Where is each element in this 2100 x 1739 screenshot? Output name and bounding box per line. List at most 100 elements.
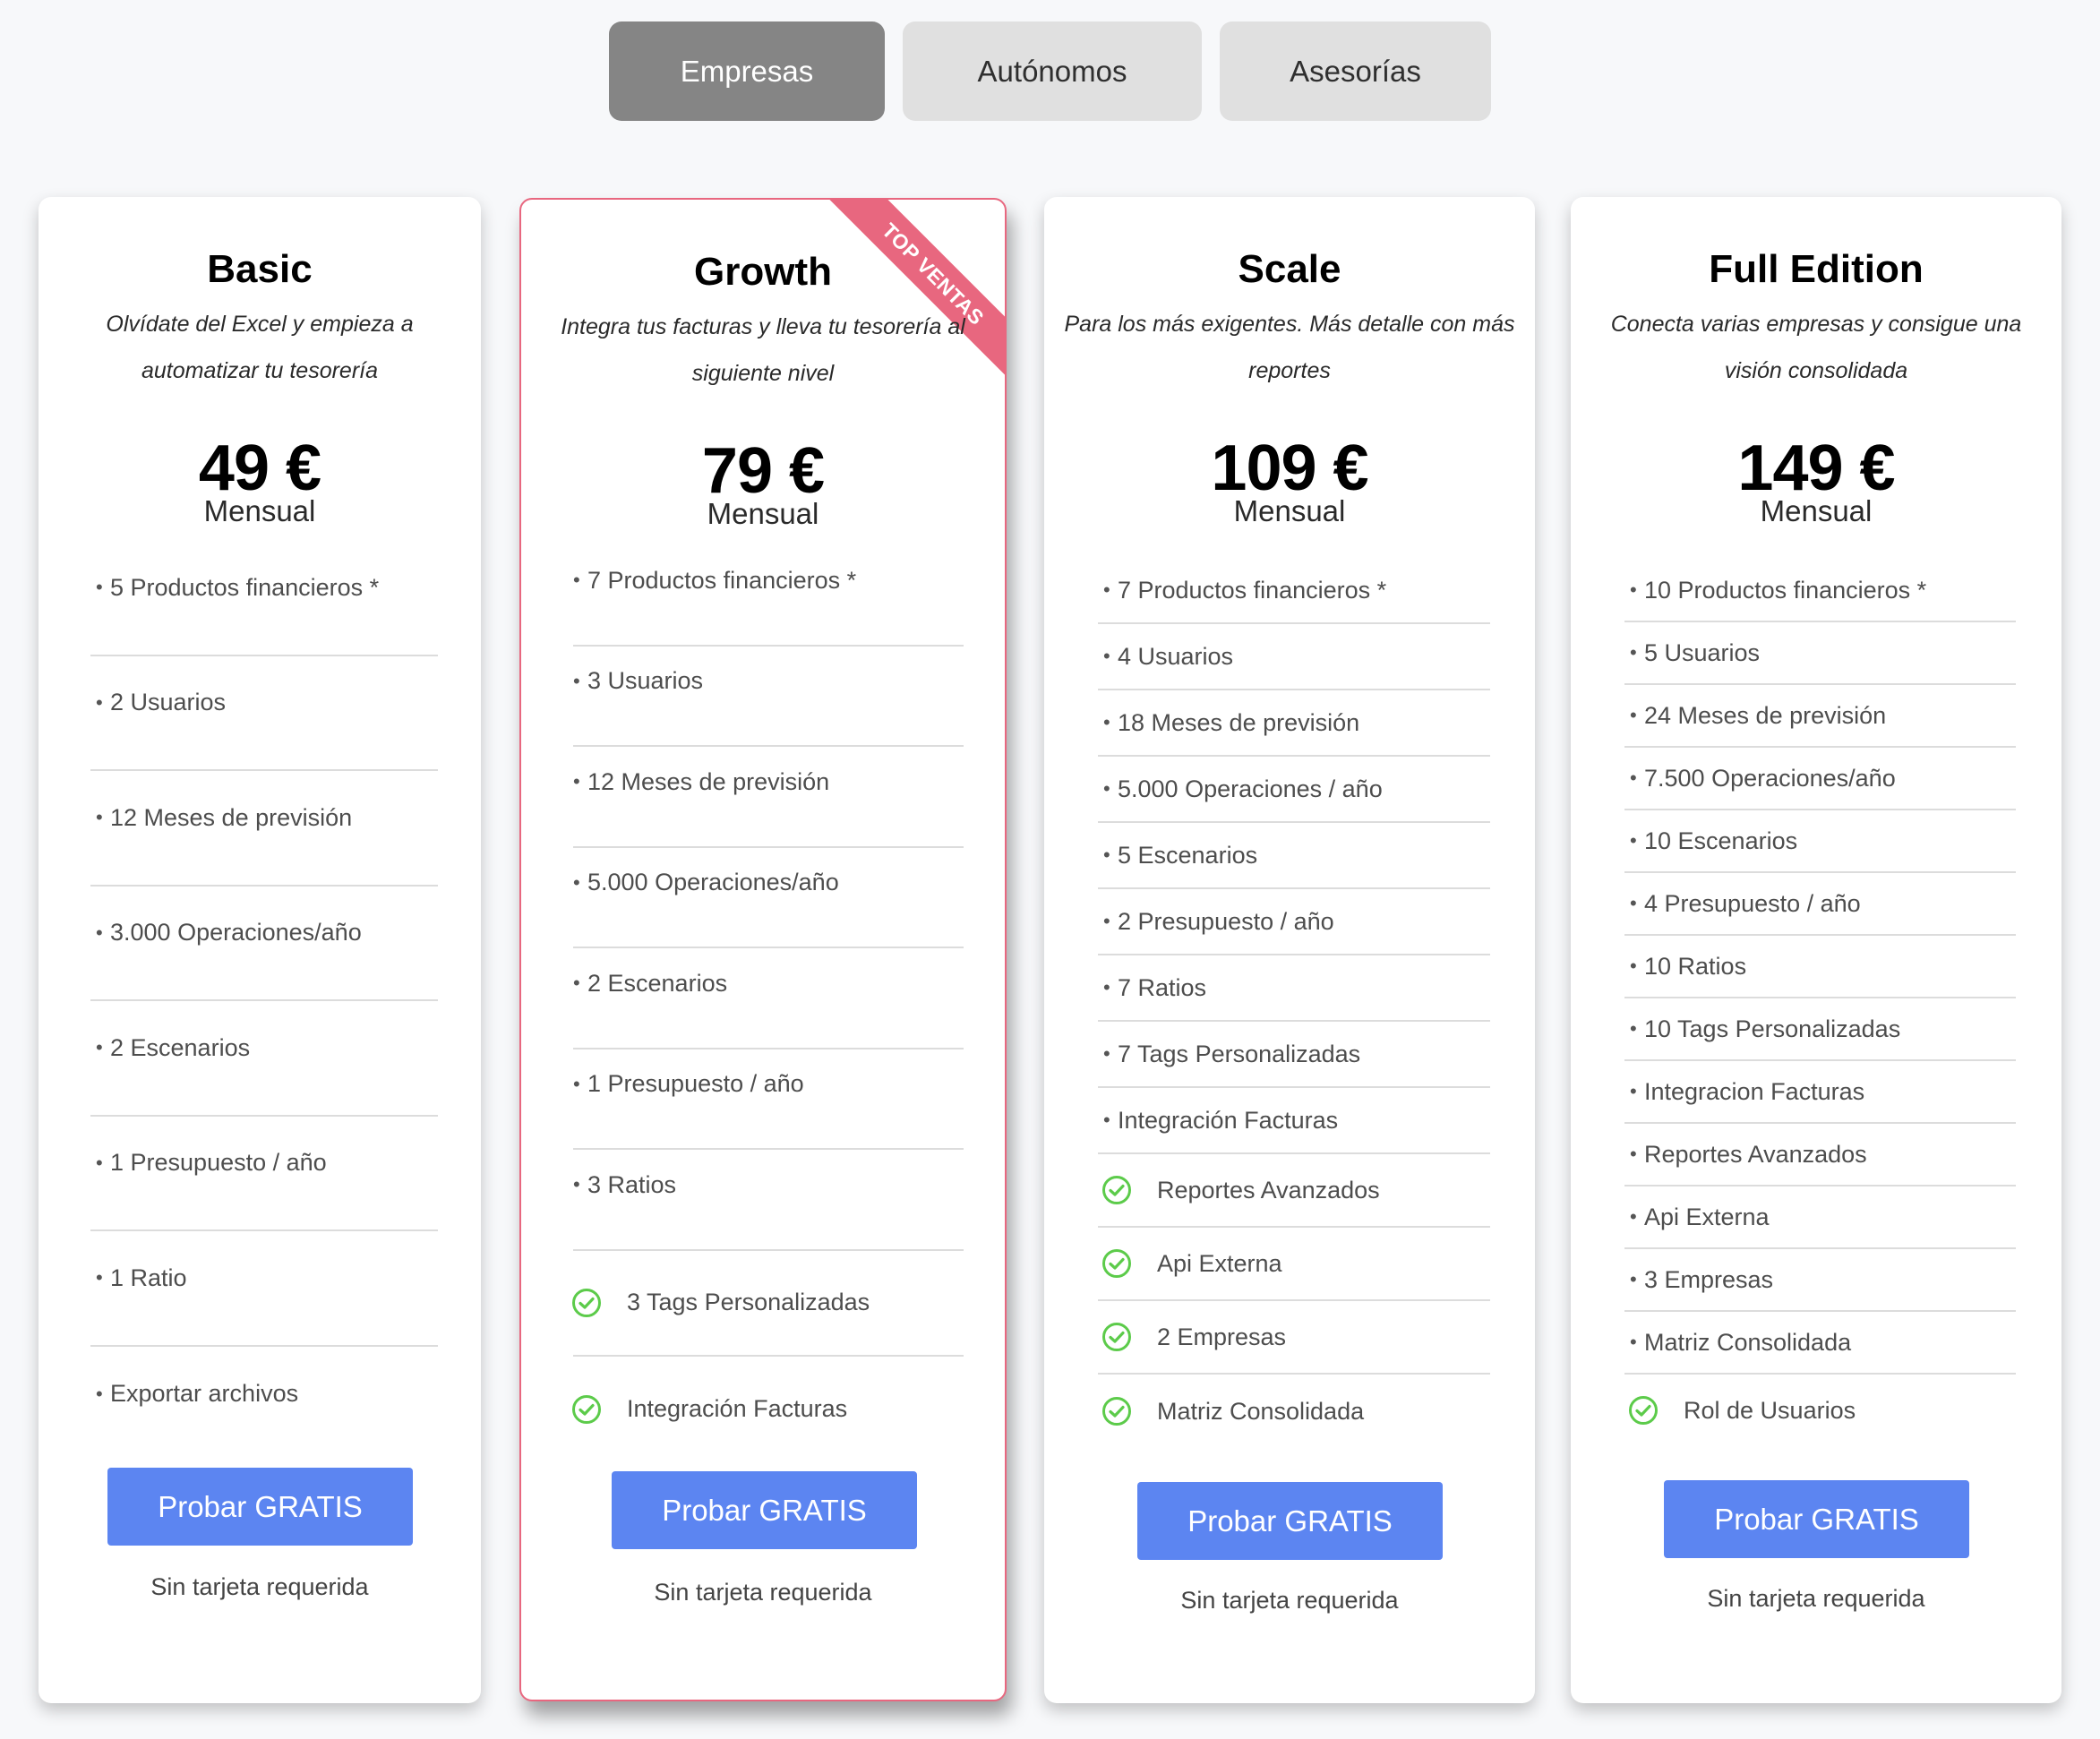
feature-text: Api Externa	[1157, 1249, 1282, 1277]
tab-empresas[interactable]: Empresas	[609, 21, 885, 121]
feature-item: • 1 Presupuesto / año	[90, 1117, 438, 1231]
bullet-icon: •	[1630, 1205, 1637, 1228]
feature-item: • 12 Meses de previsión	[90, 771, 438, 887]
feature-item: • 7 Productos financieros *	[1098, 558, 1490, 624]
plan-card-basic: Basic Olvídate del Excel y empieza a aut…	[39, 197, 481, 1703]
bullet-icon: •	[96, 690, 103, 714]
feature-item: 3 Tags Personalizadas	[572, 1251, 964, 1357]
feature-item: • 2 Presupuesto / año	[1098, 889, 1490, 955]
bullet-icon: •	[1103, 1042, 1110, 1065]
bullet-icon: •	[96, 1036, 103, 1059]
feature-text: Reportes Avanzados	[1157, 1176, 1380, 1204]
try-free-button[interactable]: Probar GRATIS	[1664, 1480, 1969, 1558]
feature-text: Reportes Avanzados	[1644, 1140, 1867, 1168]
feature-text: 10 Productos financieros *	[1644, 576, 1927, 604]
no-card-note: Sin tarjeta requerida	[654, 1579, 872, 1606]
feature-text: 5 Productos financieros *	[110, 573, 380, 601]
feature-item: • 5 Productos financieros *	[90, 541, 438, 656]
bullet-icon: •	[1630, 1017, 1637, 1040]
bullet-icon: •	[96, 1151, 103, 1174]
feature-item: • Exportar archivos	[90, 1347, 438, 1462]
bullet-icon: •	[96, 1382, 103, 1405]
feature-item: • 4 Presupuesto / año	[1624, 873, 2016, 936]
feature-text: 5.000 Operaciones / año	[1118, 775, 1383, 802]
check-circle-icon	[1629, 1396, 1658, 1425]
feature-text: 7 Productos financieros *	[587, 566, 857, 594]
feature-text: 3 Empresas	[1644, 1265, 1774, 1293]
feature-item: • 4 Usuarios	[1098, 624, 1490, 690]
feature-item: • Matriz Consolidada	[1624, 1312, 2016, 1375]
no-card-note: Sin tarjeta requerida	[1707, 1585, 1925, 1612]
check-circle-icon	[572, 1288, 601, 1317]
try-free-button[interactable]: Probar GRATIS	[1137, 1482, 1443, 1560]
feature-item: • 24 Meses de previsión	[1624, 685, 2016, 748]
feature-text: 12 Meses de previsión	[587, 767, 830, 795]
try-free-button[interactable]: Probar GRATIS	[107, 1468, 413, 1546]
feature-item: • 3 Usuarios	[573, 647, 964, 747]
plan-name: Basic	[207, 247, 313, 291]
feature-list: • 7 Productos financieros * • 3 Usuarios • 12…	[572, 545, 964, 1462]
feature-text: Integración Facturas	[627, 1395, 848, 1422]
feature-item: Rol de Usuarios	[1624, 1375, 2016, 1446]
feature-text: 3.000 Operaciones/año	[110, 919, 362, 947]
feature-item: • 12 Meses de previsión	[573, 747, 964, 848]
plan-period: Mensual	[1760, 494, 1873, 527]
feature-item: • 7 Productos financieros *	[573, 545, 964, 647]
tab-autonomos[interactable]: Autónomos	[903, 21, 1202, 121]
feature-text: 5 Escenarios	[1118, 841, 1258, 869]
feature-item: • 7.500 Operaciones/año	[1624, 748, 2016, 810]
feature-text: 1 Ratio	[110, 1264, 187, 1291]
feature-item: • 10 Escenarios	[1624, 810, 2016, 873]
feature-text: Rol de Usuarios	[1684, 1396, 1856, 1424]
feature-text: 7 Productos financieros *	[1118, 576, 1387, 604]
bullet-icon: •	[573, 1072, 580, 1095]
feature-text: 18 Meses de previsión	[1118, 708, 1360, 736]
feature-item: Matriz Consolidada	[1098, 1375, 1490, 1448]
bullet-icon: •	[1103, 976, 1110, 998]
feature-text: 24 Meses de previsión	[1644, 701, 1887, 729]
bullet-icon: •	[1103, 910, 1110, 932]
feature-text: 2 Presupuesto / año	[1118, 907, 1334, 935]
feature-text: 7 Ratios	[1118, 973, 1207, 1001]
feature-item: • 5.000 Operaciones/año	[573, 848, 964, 948]
feature-text: 1 Presupuesto / año	[587, 1070, 804, 1098]
plan-card-scale: Scale Para los más exigentes. Más detall…	[1044, 197, 1535, 1703]
tab-asesorias[interactable]: Asesorías	[1220, 21, 1491, 121]
feature-text: 3 Tags Personalizadas	[627, 1289, 870, 1315]
bullet-icon: •	[96, 576, 103, 599]
feature-item: • 5.000 Operaciones / año	[1098, 757, 1490, 823]
feature-text: 10 Ratios	[1644, 952, 1747, 980]
feature-item: • 7 Tags Personalizadas	[1098, 1022, 1490, 1088]
check-circle-icon	[1102, 1397, 1131, 1426]
bullet-icon: •	[1103, 844, 1110, 866]
feature-text: 10 Tags Personalizadas	[1644, 1015, 1901, 1042]
feature-item: • 2 Escenarios	[90, 1001, 438, 1117]
feature-text: 2 Empresas	[1157, 1323, 1287, 1350]
feature-item: • 2 Usuarios	[90, 656, 438, 771]
feature-item: • 10 Ratios	[1624, 936, 2016, 998]
feature-item: • 5 Usuarios	[1624, 622, 2016, 685]
feature-item: Reportes Avanzados	[1098, 1154, 1490, 1228]
check-circle-icon	[572, 1394, 601, 1424]
plan-description: Conecta varias empresas y consigue una v…	[1610, 312, 2022, 383]
bullet-icon: •	[1103, 1109, 1110, 1131]
plan-period: Mensual	[707, 497, 819, 530]
plan-period: Mensual	[1233, 494, 1346, 527]
plan-card-full-edition: Full Edition Conecta varias empresas y c…	[1571, 197, 2061, 1703]
feature-text: 10 Escenarios	[1644, 827, 1798, 854]
feature-item: 2 Empresas	[1098, 1301, 1490, 1375]
plan-name: Scale	[1238, 247, 1341, 291]
feature-text: Integración Facturas	[1118, 1106, 1339, 1134]
feature-text: 5.000 Operaciones/año	[587, 869, 839, 896]
bullet-icon: •	[1630, 767, 1637, 789]
bullet-icon: •	[573, 972, 580, 995]
check-circle-icon	[1102, 1323, 1131, 1351]
feature-item: • 3 Empresas	[1624, 1249, 2016, 1312]
feature-item: • 1 Ratio	[90, 1231, 438, 1347]
feature-text: Api Externa	[1644, 1203, 1770, 1230]
feature-text: 3 Usuarios	[587, 667, 704, 695]
bullet-icon: •	[1103, 711, 1110, 733]
feature-text: Matriz Consolidada	[1644, 1328, 1852, 1356]
try-free-button[interactable]: Probar GRATIS	[612, 1471, 917, 1549]
feature-item: • 3.000 Operaciones/año	[90, 887, 438, 1001]
